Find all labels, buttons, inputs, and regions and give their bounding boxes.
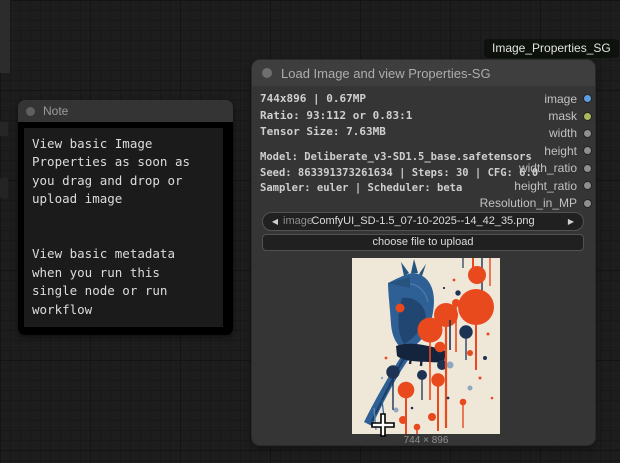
output-port-label: width_ratio xyxy=(519,161,577,175)
image-properties-text: 744x896 | 0.67MP Ratio: 93:112 or 0.83:1… xyxy=(260,91,412,141)
output-port-dot-icon[interactable] xyxy=(583,146,592,155)
note-node-title: Note xyxy=(43,104,68,118)
collapse-dot-icon[interactable] xyxy=(26,107,35,116)
output-port-label: height xyxy=(544,144,577,158)
crosshair-cursor-icon xyxy=(370,412,396,438)
output-port-row[interactable]: height_ratio xyxy=(480,177,592,194)
choose-file-button[interactable]: choose file to upload xyxy=(262,234,584,251)
output-port-dot-icon[interactable] xyxy=(583,181,592,190)
note-text[interactable]: View basic Image Properties as soon as y… xyxy=(24,128,223,327)
output-port-label: width xyxy=(549,126,577,140)
outputs-list: image mask width height width_ratio heig… xyxy=(480,90,592,212)
next-image-arrow-icon[interactable]: ▶ xyxy=(563,213,579,230)
output-port-row[interactable]: Resolution_in_MP xyxy=(480,194,592,211)
offscreen-node-edge xyxy=(0,0,10,73)
output-port-label: mask xyxy=(548,109,577,123)
image-widget-label: image xyxy=(283,213,313,230)
note-node-header[interactable]: Note xyxy=(18,100,233,122)
output-port-dot-icon[interactable] xyxy=(583,199,592,208)
output-port-row[interactable]: mask xyxy=(480,107,592,124)
image-preview[interactable] xyxy=(352,258,500,434)
workflow-tab-badge[interactable]: Image_Properties_SG xyxy=(484,39,619,58)
output-port-row[interactable]: width xyxy=(480,125,592,142)
output-port-label: height_ratio xyxy=(514,179,577,193)
output-port-dot-icon[interactable] xyxy=(583,164,592,173)
load-image-node[interactable]: Load Image and view Properties-SG 744x89… xyxy=(252,60,595,445)
offscreen-node-edge xyxy=(0,122,8,136)
output-port-label: image xyxy=(544,92,577,106)
output-port-row[interactable]: image xyxy=(480,90,592,107)
image-file-combo[interactable]: ◀ ComfyUI_SD-1.5_07-10-2025--14_42_35.pn… xyxy=(262,212,584,231)
comfyui-canvas[interactable]: { "tab_badge": { "label": "Image_Propert… xyxy=(0,0,620,463)
collapse-dot-icon[interactable] xyxy=(262,68,272,78)
output-port-dot-icon[interactable] xyxy=(583,94,592,103)
output-port-row[interactable]: width_ratio xyxy=(480,160,592,177)
offscreen-node-edge xyxy=(0,178,8,198)
output-port-dot-icon[interactable] xyxy=(583,112,592,121)
load-image-node-header[interactable]: Load Image and view Properties-SG xyxy=(252,60,595,86)
bird-artwork xyxy=(352,258,500,434)
output-port-label: Resolution_in_MP xyxy=(480,196,577,210)
load-image-node-title: Load Image and view Properties-SG xyxy=(281,66,491,81)
note-node[interactable]: Note View basic Image Properties as soon… xyxy=(18,100,233,335)
output-port-dot-icon[interactable] xyxy=(583,129,592,138)
output-port-row[interactable]: height xyxy=(480,142,592,159)
